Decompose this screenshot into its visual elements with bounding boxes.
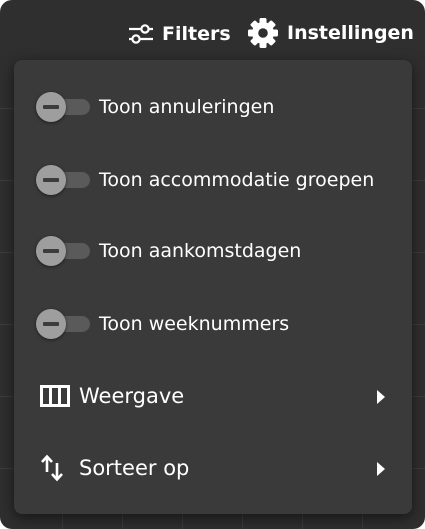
filters-button[interactable]: Filters xyxy=(128,18,231,50)
app-frame: Filters Instellingen Toon annuleringen T… xyxy=(0,0,425,529)
toggle-switch[interactable] xyxy=(36,165,90,195)
toggle-switch[interactable] xyxy=(36,236,90,266)
sort-icon xyxy=(40,454,74,482)
settings-menu: Toon annuleringen Toon accommodatie groe… xyxy=(14,60,412,514)
toggle-show-arrival-days[interactable]: Toon aankomstdagen xyxy=(14,221,412,281)
submenu-view[interactable]: Weergave xyxy=(14,366,412,426)
sliders-icon xyxy=(128,23,154,45)
chevron-right-icon xyxy=(376,388,386,410)
submenu-label: Weergave xyxy=(79,384,185,408)
toggle-switch[interactable] xyxy=(36,309,90,339)
columns-icon xyxy=(40,385,74,407)
submenu-sort-by[interactable]: Sorteer op xyxy=(14,438,412,498)
gear-icon xyxy=(247,17,279,49)
toggle-label: Toon weeknummers xyxy=(99,313,290,335)
filters-label: Filters xyxy=(162,23,231,45)
top-bar: Filters Instellingen xyxy=(0,0,425,64)
settings-button[interactable]: Instellingen xyxy=(247,14,414,52)
toggle-show-week-numbers[interactable]: Toon weeknummers xyxy=(14,294,412,354)
chevron-right-icon xyxy=(376,460,386,482)
submenu-label: Sorteer op xyxy=(79,456,190,480)
toggle-label: Toon annuleringen xyxy=(99,96,275,118)
toggle-switch[interactable] xyxy=(36,92,90,122)
toggle-show-accommodation-groups[interactable]: Toon accommodatie groepen xyxy=(14,150,412,210)
toggle-show-cancellations[interactable]: Toon annuleringen xyxy=(14,77,412,137)
toggle-label: Toon aankomstdagen xyxy=(99,240,302,262)
toggle-label: Toon accommodatie groepen xyxy=(99,169,375,191)
settings-label: Instellingen xyxy=(287,22,414,44)
